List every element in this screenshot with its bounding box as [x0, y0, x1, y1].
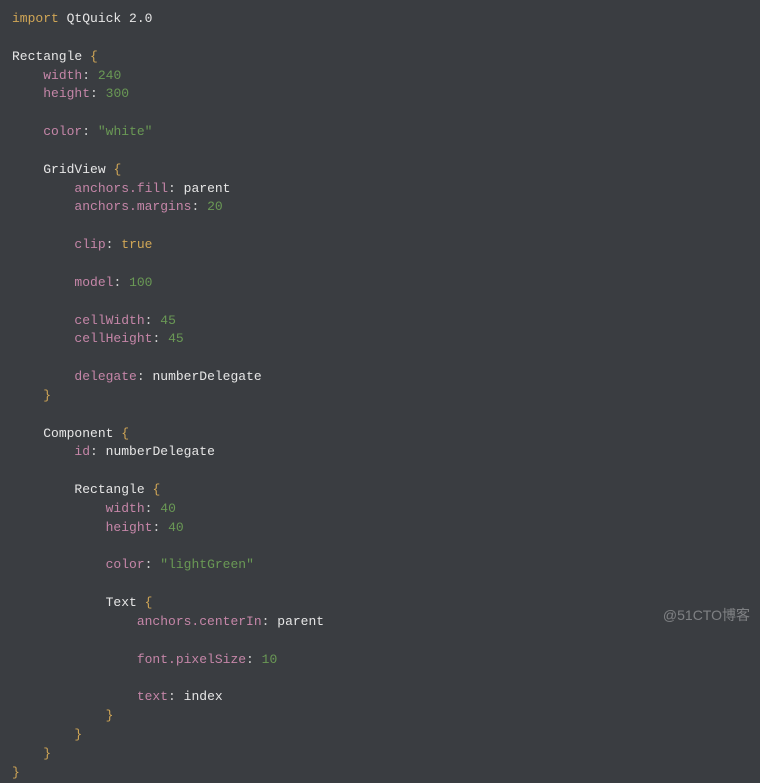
brace-open: {	[152, 482, 160, 497]
prop-color: color	[43, 124, 82, 139]
val-inner-width: 40	[160, 501, 176, 516]
val-width: 240	[98, 68, 121, 83]
brace-open: {	[113, 162, 121, 177]
val-delegate: numberDelegate	[152, 369, 261, 384]
keyword-import: import	[12, 11, 59, 26]
prop-height: height	[43, 86, 90, 101]
prop-clip: clip	[74, 237, 105, 252]
prop-model: model	[74, 275, 113, 290]
type-text: Text	[106, 595, 137, 610]
prop-text: text	[137, 689, 168, 704]
brace-open: {	[145, 595, 153, 610]
brace-open: {	[121, 426, 129, 441]
val-inner-height: 40	[168, 520, 184, 535]
prop-id: id	[74, 444, 90, 459]
val-color: "white"	[98, 124, 153, 139]
val-text: index	[184, 689, 223, 704]
val-anchors-fill: parent	[184, 181, 231, 196]
brace-close: }	[43, 388, 51, 403]
code-editor[interactable]: import QtQuick 2.0 Rectangle { width: 24…	[12, 10, 748, 783]
prop-cellwidth: cellWidth	[74, 313, 144, 328]
val-inner-color: "lightGreen"	[160, 557, 254, 572]
val-font-pixelsize: 10	[262, 652, 278, 667]
val-anchors-centerin: parent	[277, 614, 324, 629]
brace-close: }	[12, 765, 20, 780]
prop-cellheight: cellHeight	[74, 331, 152, 346]
val-height: 300	[106, 86, 129, 101]
brace-close: }	[106, 708, 114, 723]
prop-font-pixelsize: font.pixelSize	[137, 652, 246, 667]
val-clip: true	[121, 237, 152, 252]
prop-width: width	[43, 68, 82, 83]
prop-anchors-centerin: anchors.centerIn	[137, 614, 262, 629]
prop-inner-color: color	[106, 557, 145, 572]
watermark: @51CTO博客	[663, 605, 750, 625]
val-anchors-margins: 20	[207, 199, 223, 214]
type-rectangle: Rectangle	[12, 49, 82, 64]
prop-anchors-margins: anchors.margins	[74, 199, 191, 214]
module-version: 2.0	[129, 11, 152, 26]
brace-open: {	[90, 49, 98, 64]
val-cellheight: 45	[168, 331, 184, 346]
module-name: QtQuick	[67, 11, 122, 26]
val-id: numberDelegate	[106, 444, 215, 459]
type-component: Component	[43, 426, 113, 441]
val-cellwidth: 45	[160, 313, 176, 328]
val-model: 100	[129, 275, 152, 290]
brace-close: }	[74, 727, 82, 742]
prop-inner-height: height	[106, 520, 153, 535]
brace-close: }	[43, 746, 51, 761]
prop-anchors-fill: anchors.fill	[74, 181, 168, 196]
prop-delegate: delegate	[74, 369, 136, 384]
prop-inner-width: width	[106, 501, 145, 516]
type-rectangle-inner: Rectangle	[74, 482, 144, 497]
type-gridview: GridView	[43, 162, 105, 177]
